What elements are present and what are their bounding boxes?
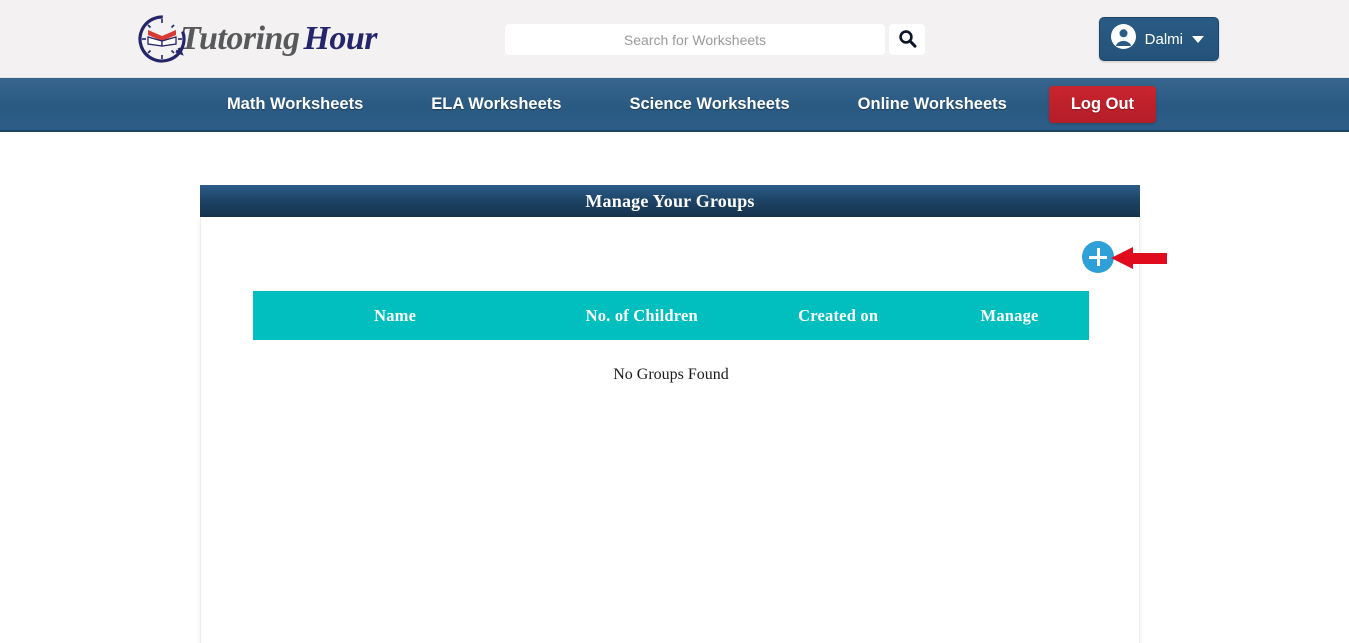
groups-table: Name No. of Children Created on Manage: [253, 291, 1089, 340]
search-button[interactable]: [889, 24, 925, 55]
plus-icon: [1089, 248, 1107, 266]
nav-item-ela-worksheets[interactable]: ELA Worksheets: [397, 95, 595, 114]
chevron-down-icon: [1192, 35, 1204, 43]
left-arrow-annotation-icon: [1111, 247, 1167, 269]
nav-item-science-worksheets[interactable]: Science Worksheets: [595, 95, 823, 114]
column-header-no-of-children[interactable]: No. of Children: [537, 291, 747, 340]
search-input[interactable]: [505, 24, 885, 55]
column-header-created-on[interactable]: Created on: [746, 291, 931, 340]
add-group-button[interactable]: [1082, 241, 1114, 273]
logo-text-hour: Hour: [303, 20, 378, 57]
clock-book-logo-icon: [136, 11, 192, 67]
search-bar: [505, 24, 925, 55]
account-name: Dalmi: [1144, 30, 1183, 48]
groups-table-header: Name No. of Children Created on Manage: [253, 291, 1089, 340]
account-menu-button[interactable]: Dalmi: [1098, 17, 1219, 61]
logo-text-tutoring: Tutoring: [180, 20, 300, 57]
nav-item-online-worksheets[interactable]: Online Worksheets: [824, 95, 1041, 114]
manage-groups-panel: Manage Your Groups Name No. of Children …: [200, 185, 1167, 643]
page-body: Manage Your Groups Name No. of Children …: [0, 132, 1349, 643]
column-header-name[interactable]: Name: [253, 291, 538, 340]
user-circle-icon: [1110, 24, 1136, 54]
table-header-row: Name No. of Children Created on Manage: [253, 291, 1089, 340]
logo-wordmark: Tutoring Hour: [180, 20, 378, 58]
add-group-row: [1029, 239, 1167, 275]
main-navigation: Math Worksheets ELA Worksheets Science W…: [0, 78, 1349, 132]
search-icon: [898, 29, 917, 51]
site-header: TutoringHour Dalmi: [0, 0, 1349, 78]
column-header-manage[interactable]: Manage: [930, 291, 1089, 340]
site-logo[interactable]: Tutoring Hour: [136, 10, 378, 68]
page-title: Manage Your Groups: [200, 185, 1140, 217]
panel-content: Name No. of Children Created on Manage N…: [200, 217, 1167, 643]
logout-button[interactable]: Log Out: [1048, 85, 1157, 123]
empty-state-message: No Groups Found: [613, 366, 729, 383]
nav-item-math-worksheets[interactable]: Math Worksheets: [193, 95, 397, 114]
